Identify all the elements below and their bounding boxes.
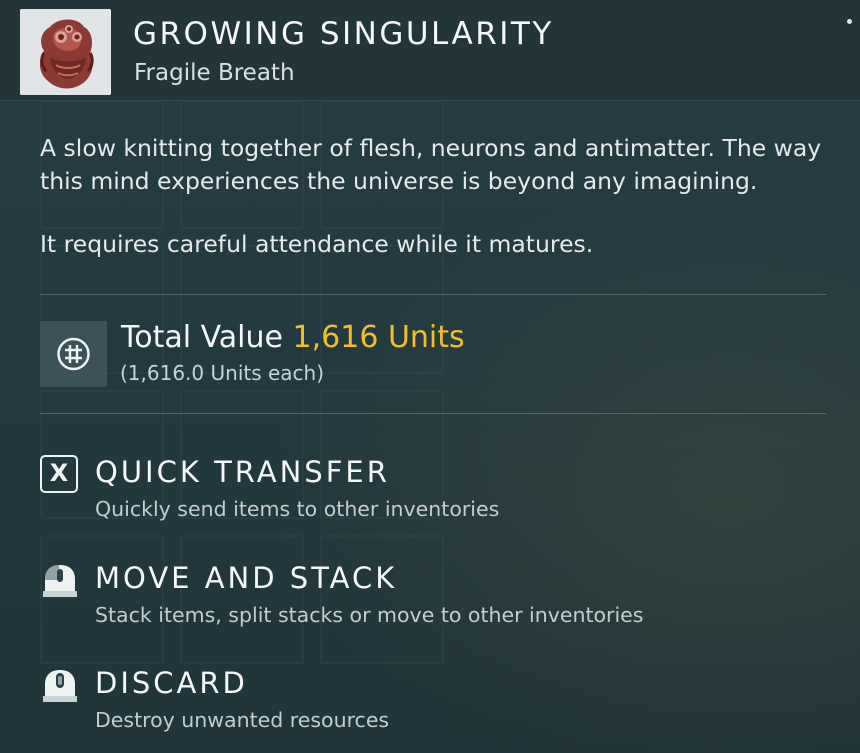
item-subtitle: Fragile Breath	[134, 60, 295, 86]
item-header: GROWING SINGULARITY Fragile Breath	[0, 0, 860, 101]
total-value: Total Value 1,616 Units	[121, 320, 465, 355]
unit-value-each: (1,616.0 Units each)	[120, 361, 325, 385]
move-and-stack-title: MOVE AND STACK	[95, 561, 398, 595]
growing-singularity-icon	[20, 9, 111, 95]
mouse-middle-click-icon	[40, 666, 80, 706]
divider	[40, 294, 826, 295]
quick-transfer-title: QUICK TRANSFER	[95, 455, 390, 489]
item-description: A slow knitting together of flesh, neuro…	[40, 132, 830, 261]
move-and-stack-action[interactable]: MOVE AND STACK Stack items, split stacks…	[40, 561, 840, 641]
quick-transfer-description: Quickly send items to other inventories	[95, 497, 500, 521]
total-value-amount: 1,616 Units	[292, 320, 465, 355]
description-paragraph: A slow knitting together of flesh, neuro…	[40, 134, 822, 195]
x-key-icon: X	[40, 455, 80, 495]
move-and-stack-description: Stack items, split stacks or move to oth…	[95, 603, 644, 627]
description-paragraph: It requires careful attendance while it …	[40, 230, 594, 258]
x-key-label: X	[40, 455, 78, 493]
discard-description: Destroy unwanted resources	[95, 708, 390, 732]
discard-action[interactable]: DISCARD Destroy unwanted resources	[40, 666, 840, 746]
total-value-label: Total Value	[121, 320, 283, 355]
quick-transfer-action[interactable]: X QUICK TRANSFER Quickly send items to o…	[40, 455, 840, 535]
corner-indicator-dot	[847, 19, 852, 24]
mouse-left-click-icon	[40, 561, 80, 601]
discard-title: DISCARD	[95, 666, 248, 700]
divider	[40, 413, 826, 414]
units-currency-icon	[40, 321, 107, 387]
item-title: GROWING SINGULARITY	[133, 16, 554, 52]
